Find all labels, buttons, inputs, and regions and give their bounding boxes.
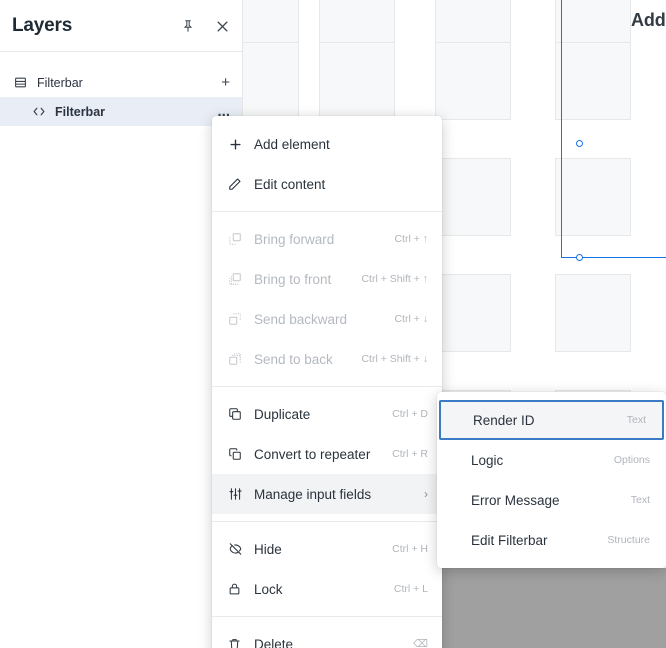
canvas-placeholder-box[interactable] [243, 0, 299, 48]
layer-tree-label: Filterbar [37, 75, 83, 90]
menu-item-label: Edit content [254, 176, 326, 192]
bring-to-front-icon [228, 272, 248, 286]
submenu-item-error-message[interactable]: Error Message Text [437, 480, 666, 520]
menu-item-label: Lock [254, 581, 283, 597]
submenu-item-type: Text [630, 494, 650, 506]
menu-item-add-element[interactable]: Add element [212, 124, 442, 164]
copy-icon [228, 407, 248, 421]
chevron-right-icon: › [424, 487, 428, 501]
trash-icon [228, 637, 248, 648]
canvas-placeholder-box[interactable] [555, 274, 631, 352]
canvas-placeholder-box[interactable] [555, 0, 631, 48]
pencil-icon [228, 177, 248, 191]
page-title: Layers [12, 14, 73, 36]
page-layout-icon [14, 76, 32, 89]
menu-item-manage-input-fields[interactable]: Manage input fields › [212, 474, 442, 514]
layers-tree: Filterbar + Filterbar... [0, 52, 242, 126]
submenu-item-type: Options [613, 454, 650, 466]
lock-icon [228, 582, 248, 596]
bring-forward-icon [228, 232, 248, 246]
canvas-placeholder-box[interactable] [435, 158, 511, 236]
menu-item-send-to-back: Send to back Ctrl + Shift + ↓ [212, 339, 442, 379]
layer-context-menu[interactable]: Add element Edit content Bring forward Ctrl… [212, 116, 442, 648]
submenu-item-label: Edit Filterbar [471, 532, 548, 548]
menu-item-shortcut: Ctrl + Shift + ↑ [361, 273, 428, 285]
menu-separator [212, 521, 442, 522]
submenu-item-render-id[interactable]: Render ID Text [439, 400, 664, 440]
send-to-back-icon [228, 352, 248, 366]
menu-item-label: Hide [254, 541, 282, 557]
canvas-placeholder-box[interactable] [243, 42, 299, 120]
canvas-placeholder-box[interactable] [435, 274, 511, 352]
submenu-item-label: Error Message [471, 492, 560, 508]
menu-item-label: Manage input fields [254, 486, 372, 502]
submenu-item-type: Structure [607, 534, 650, 546]
send-backward-icon [228, 312, 248, 326]
layer-tree-row-0[interactable]: Filterbar + [0, 68, 242, 97]
layers-panel-header: Layers [0, 0, 242, 52]
menu-separator [212, 386, 442, 387]
close-icon[interactable] [212, 16, 232, 36]
pin-icon[interactable] [178, 16, 198, 36]
menu-item-bring-to-front: Bring to front Ctrl + Shift + ↑ [212, 259, 442, 299]
menu-item-shortcut: Ctrl + H [392, 543, 428, 555]
submenu-item-logic[interactable]: Logic Options [437, 440, 666, 480]
repeater-icon [228, 447, 248, 461]
canvas-placeholder-box[interactable] [319, 0, 395, 48]
menu-separator [212, 616, 442, 617]
menu-item-shortcut: ⌫ [413, 638, 428, 648]
submenu-item-label: Logic [471, 452, 504, 468]
canvas-heading: Add elements [631, 10, 666, 30]
canvas-placeholder-box[interactable] [435, 42, 511, 120]
code-icon [32, 105, 50, 118]
sliders-icon [228, 487, 248, 501]
selection-handle-bottom-right[interactable] [576, 254, 583, 261]
menu-item-shortcut: Ctrl + Shift + ↓ [361, 353, 428, 365]
menu-item-edit-content[interactable]: Edit content [212, 164, 442, 204]
panel-header-actions [178, 0, 232, 52]
canvas-placeholder-box[interactable] [555, 42, 631, 120]
manage-input-fields-submenu[interactable]: Render ID Text Logic Options Error Message Te… [437, 392, 666, 568]
menu-item-hide[interactable]: Hide Ctrl + H [212, 529, 442, 569]
menu-item-label: Bring to front [254, 271, 332, 287]
menu-item-shortcut: Ctrl + ↓ [394, 313, 428, 325]
submenu-item-label: Render ID [473, 412, 535, 428]
menu-item-bring-forward: Bring forward Ctrl + ↑ [212, 219, 442, 259]
layers-panel: Layers Filterbar + Filterbar... [0, 0, 243, 648]
canvas-placeholder-box[interactable] [555, 158, 631, 236]
submenu-item-edit-filterbar[interactable]: Edit Filterbar Structure [437, 520, 666, 560]
menu-item-label: Add element [254, 136, 330, 152]
plus-icon [228, 137, 248, 152]
menu-item-convert-to-repeater[interactable]: Convert to repeater Ctrl + R [212, 434, 442, 474]
menu-item-shortcut: Ctrl + L [393, 583, 428, 595]
menu-separator [212, 211, 442, 212]
menu-item-label: Bring forward [254, 231, 335, 247]
layer-tree-label: Filterbar [55, 104, 106, 119]
layer-tree-row-1[interactable]: Filterbar... [0, 97, 242, 126]
add-layer-button[interactable]: + [221, 68, 230, 97]
menu-item-delete[interactable]: Delete ⌫ [212, 624, 442, 648]
menu-item-label: Delete [254, 636, 294, 648]
selection-handle-right-middle[interactable] [576, 140, 583, 147]
app-root: Add elements Layers [0, 0, 666, 648]
menu-item-shortcut: Ctrl + ↑ [394, 233, 428, 245]
menu-item-send-backward: Send backward Ctrl + ↓ [212, 299, 442, 339]
menu-item-label: Convert to repeater [254, 446, 371, 462]
menu-item-label: Duplicate [254, 406, 311, 422]
menu-item-label: Send backward [254, 311, 348, 327]
menu-item-shortcut: Ctrl + R [392, 448, 428, 460]
menu-item-label: Send to back [254, 351, 333, 367]
menu-item-lock[interactable]: Lock Ctrl + L [212, 569, 442, 609]
eye-off-icon [228, 542, 248, 556]
menu-item-shortcut: Ctrl + D [392, 408, 428, 420]
canvas-placeholder-box[interactable] [319, 42, 395, 120]
selection-edge-left [561, 0, 562, 258]
canvas-placeholder-box[interactable] [435, 0, 511, 48]
menu-item-duplicate[interactable]: Duplicate Ctrl + D [212, 394, 442, 434]
submenu-item-type: Text [626, 414, 646, 426]
